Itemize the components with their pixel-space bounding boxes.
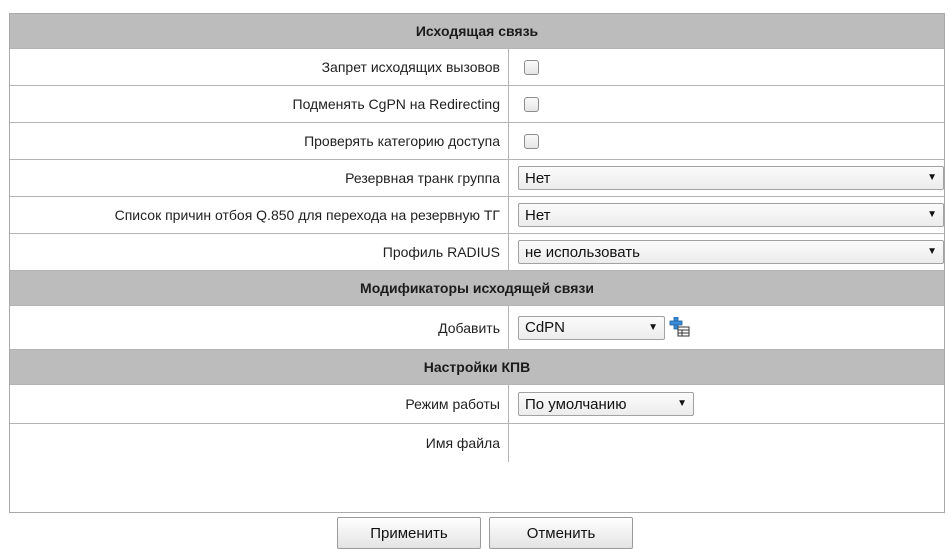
triangle-down-icon: ▼ (927, 209, 937, 220)
label-kpv-mode: Режим работы (10, 385, 509, 423)
settings-form: Исходящая связь Запрет исходящих вызовов… (9, 13, 945, 513)
row-kpv-mode: Режим работы По умолчанию ▼ (10, 385, 944, 424)
row-radius: Профиль RADIUS не использовать ▼ (10, 234, 944, 271)
select-q850[interactable]: Нет ▼ (518, 203, 944, 227)
add-modifier-icon[interactable] (669, 316, 691, 339)
triangle-down-icon: ▼ (677, 398, 687, 409)
label-radius: Профиль RADIUS (10, 234, 509, 270)
triangle-down-icon: ▼ (648, 321, 658, 333)
row-kpv-file: Имя файла (10, 424, 944, 462)
section-title-outgoing: Исходящая связь (415, 23, 539, 39)
apply-button[interactable]: Применить (337, 517, 481, 549)
select-modifier-type[interactable]: CdPN ▼ (518, 315, 665, 340)
checkbox-outgoing-ban[interactable] (524, 59, 539, 75)
select-radius-value: не использовать (525, 243, 640, 261)
select-reserve-trunk[interactable]: Нет ▼ (518, 166, 944, 190)
label-reserve-trunk: Резервная транк группа (10, 160, 509, 196)
select-q850-value: Нет (525, 206, 551, 224)
section-header-kpv: Настройки КПВ (10, 350, 944, 385)
label-check-category: Проверять категорию доступа (10, 123, 509, 159)
section-title-kpv: Настройки КПВ (423, 359, 531, 375)
kpv-file-value (510, 424, 944, 462)
select-modifier-type-value: CdPN (525, 319, 566, 336)
checkbox-replace-cgpn[interactable] (524, 96, 539, 112)
section-title-modifiers: Модификаторы исходящей связи (360, 280, 594, 296)
label-kpv-file: Имя файла (10, 424, 509, 462)
row-replace-cgpn: Подменять CgPN на Redirecting (10, 86, 944, 123)
select-radius[interactable]: не использовать ▼ (518, 240, 944, 264)
triangle-down-icon: ▼ (927, 172, 937, 183)
cancel-button[interactable]: Отменить (489, 517, 633, 549)
select-kpv-mode-value: По умолчанию (525, 395, 627, 413)
row-outgoing-ban: Запрет исходящих вызовов (10, 49, 944, 86)
row-check-category: Проверять категорию доступа (10, 123, 944, 160)
label-q850: Список причин отбоя Q.850 для перехода н… (10, 197, 509, 233)
label-add-modifier: Добавить (10, 306, 509, 349)
triangle-down-icon: ▼ (927, 246, 937, 257)
label-outgoing-ban: Запрет исходящих вызовов (10, 49, 509, 85)
select-reserve-trunk-value: Нет (525, 169, 551, 187)
action-buttons: Применить Отменить (0, 517, 948, 549)
row-reserve-trunk: Резервная транк группа Нет ▼ (10, 160, 944, 197)
section-header-modifiers: Модификаторы исходящей связи (10, 271, 944, 306)
row-add-modifier: Добавить CdPN ▼ (10, 306, 944, 350)
checkbox-check-category[interactable] (524, 133, 539, 149)
select-kpv-mode[interactable]: По умолчанию ▼ (518, 392, 694, 416)
section-header-outgoing: Исходящая связь (10, 14, 944, 49)
label-replace-cgpn: Подменять CgPN на Redirecting (10, 86, 509, 122)
row-q850: Список причин отбоя Q.850 для перехода н… (10, 197, 944, 234)
